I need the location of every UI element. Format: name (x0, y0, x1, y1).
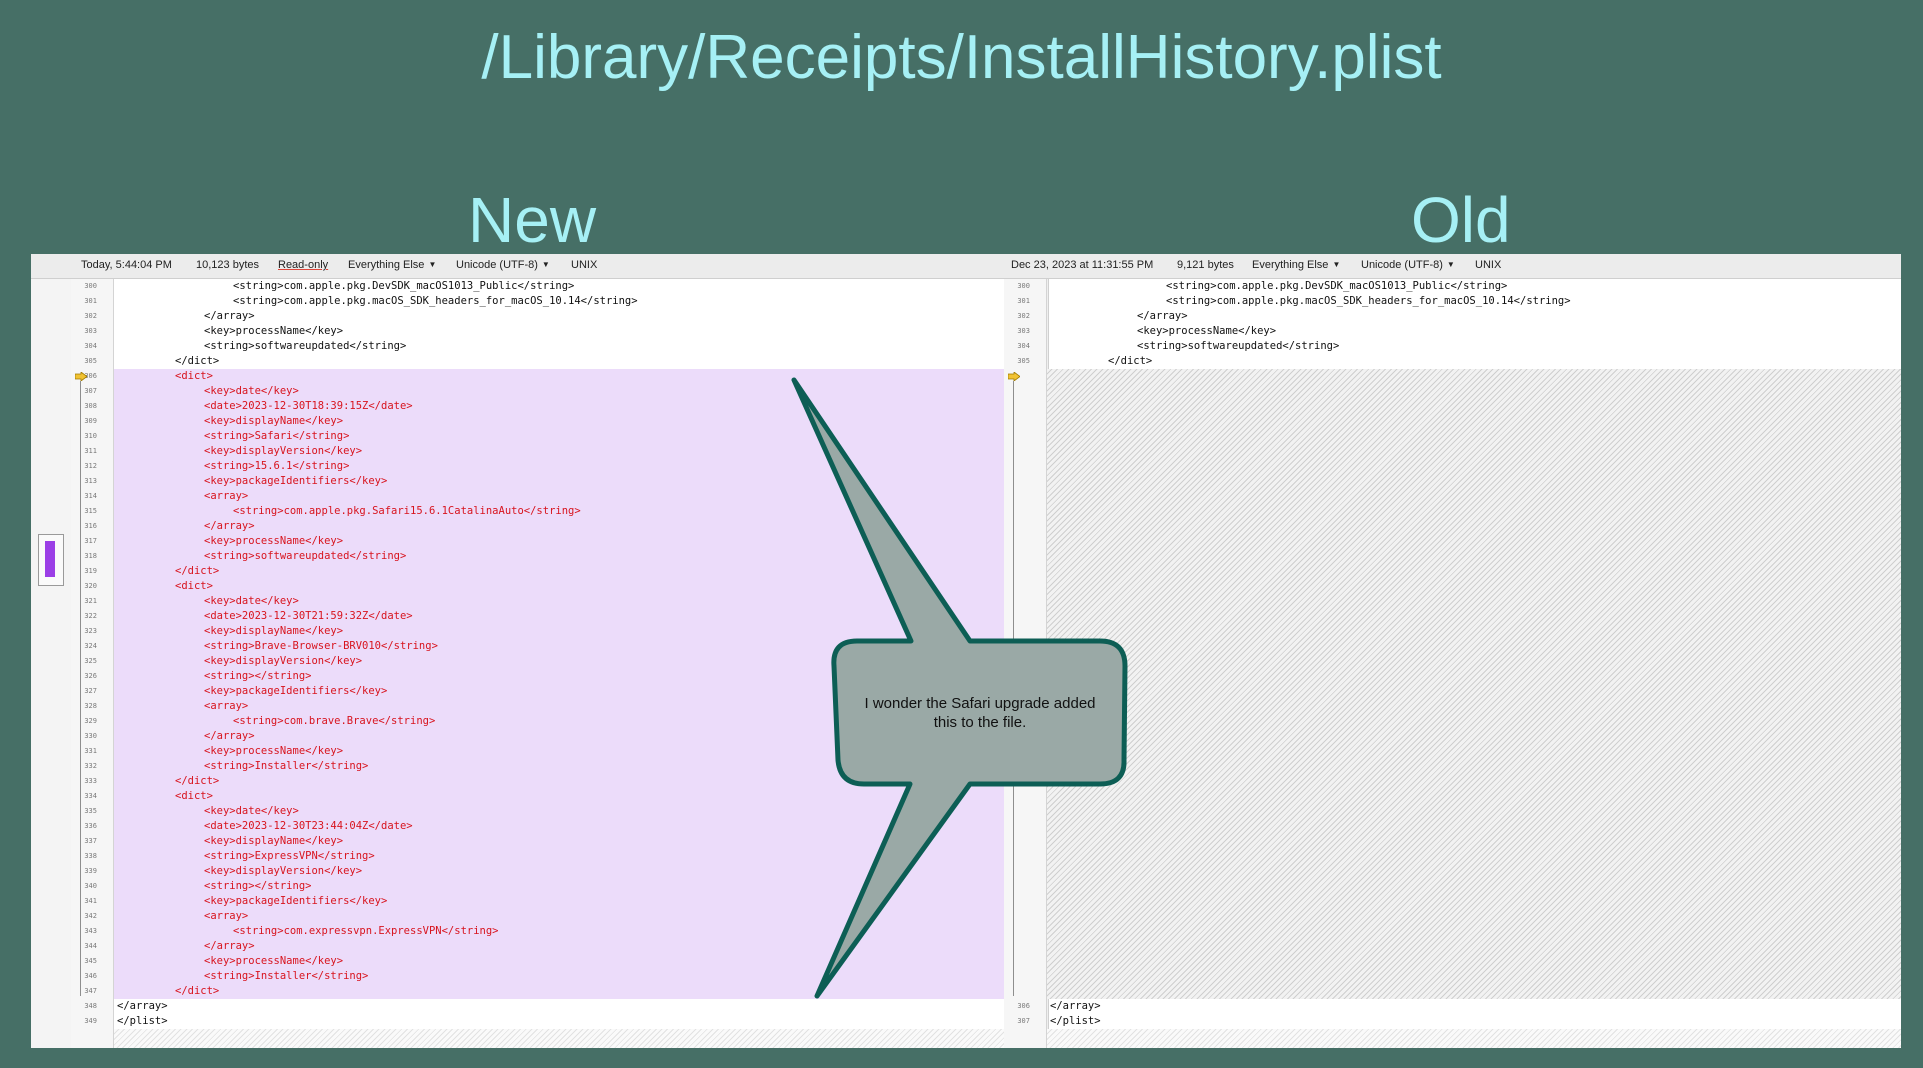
callout-text: I wonder the Safari upgrade added this t… (840, 694, 1120, 732)
callout-line-2: this to the file. (933, 714, 1027, 731)
callout-shape (791, 377, 1128, 999)
callout-bubble (791, 377, 1128, 999)
callout-line-1: I wonder the Safari upgrade added (864, 695, 1096, 712)
